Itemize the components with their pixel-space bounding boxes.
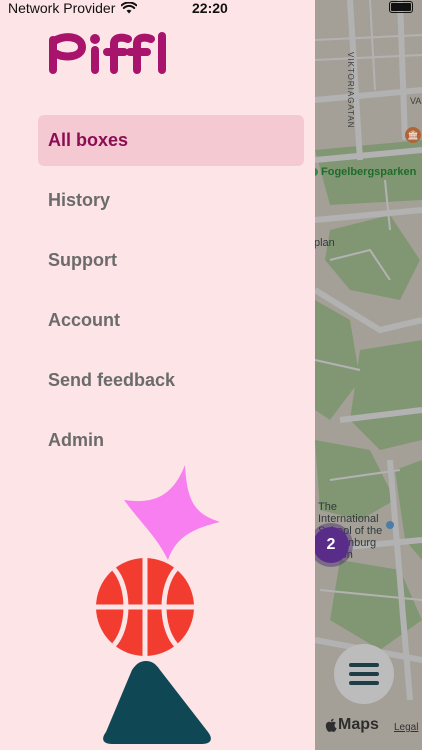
- decorative-illustration: [96, 465, 220, 744]
- battery-icon: [389, 1, 413, 13]
- place-label: plan: [314, 237, 335, 249]
- nav-menu: All boxes History Support Account Send f…: [38, 115, 304, 475]
- menu-toggle-button[interactable]: [334, 644, 394, 704]
- menu-item-admin[interactable]: Admin: [38, 415, 304, 466]
- carrier-label: Network Provider: [8, 0, 116, 16]
- street-label-right: VA: [410, 96, 422, 106]
- basketball-icon: [96, 558, 194, 656]
- street-label-vertical: VIKTORIAGATAN: [346, 52, 355, 129]
- menu-item-history[interactable]: History: [38, 175, 304, 226]
- status-time: 22:20: [192, 0, 228, 16]
- hamburger-icon: [349, 672, 379, 676]
- menu-item-send-feedback[interactable]: Send feedback: [38, 355, 304, 406]
- box-cluster-marker[interactable]: 2: [309, 523, 353, 567]
- school-pin-icon[interactable]: [386, 521, 394, 529]
- apple-icon: [325, 718, 337, 732]
- wifi-icon: [121, 2, 138, 14]
- sparkle-star-icon: [124, 465, 220, 560]
- maps-attribution: Maps: [325, 716, 379, 734]
- side-drawer: All boxes History Support Account Send f…: [0, 0, 315, 750]
- legal-link[interactable]: Legal: [394, 722, 418, 733]
- triangle-shape-icon: [103, 661, 211, 744]
- menu-item-support[interactable]: Support: [38, 235, 304, 286]
- status-bar: Network Provider 22:20: [0, 0, 422, 18]
- park-label: Fogelbergsparken: [310, 166, 416, 178]
- park-label-text: Fogelbergsparken: [321, 166, 417, 178]
- piffl-logo: [48, 30, 170, 81]
- cluster-count: 2: [313, 527, 349, 563]
- hamburger-icon: [349, 681, 379, 685]
- piffl-logo-mark: [49, 32, 166, 74]
- museum-pin-icon[interactable]: 🏛: [405, 127, 421, 143]
- hamburger-icon: [349, 663, 379, 667]
- school-label-line: The: [318, 501, 337, 513]
- carrier-info: Network Provider: [8, 0, 138, 16]
- menu-item-all-boxes[interactable]: All boxes: [38, 115, 304, 166]
- menu-item-account[interactable]: Account: [38, 295, 304, 346]
- maps-attribution-text: Maps: [338, 716, 379, 733]
